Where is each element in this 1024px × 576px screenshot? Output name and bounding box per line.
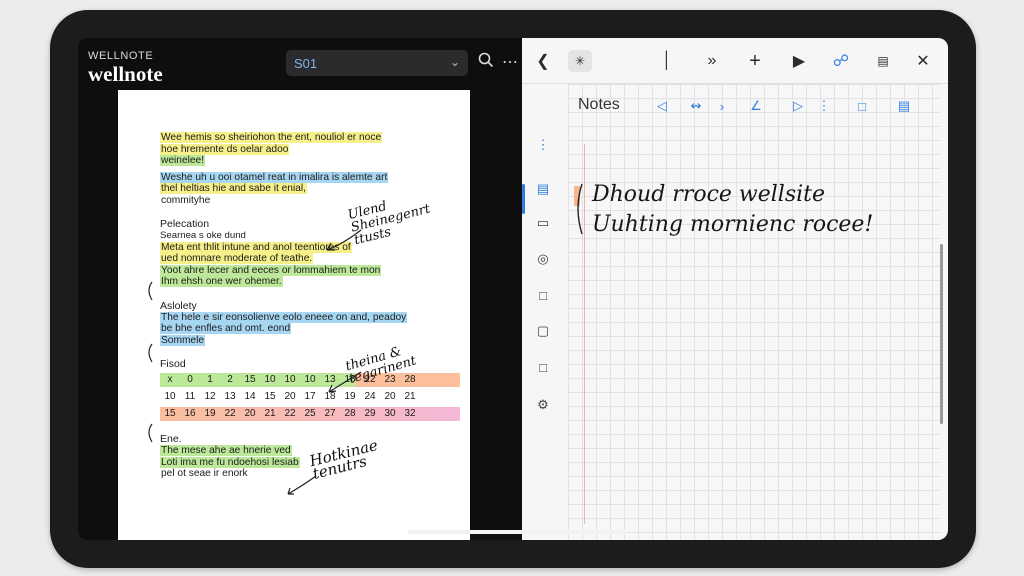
- doc-line: hoe hremente ds oelar adoo: [160, 143, 290, 155]
- bracket-mark-icon: [148, 423, 153, 443]
- close-icon[interactable]: ✕: [912, 50, 934, 72]
- home-indicator[interactable]: [408, 530, 628, 534]
- square-icon[interactable]: □: [534, 358, 552, 376]
- doc-line: ued nomnare moderate of teathe.: [160, 253, 314, 264]
- notes-toolbar: ❮ ✳ │ » + ▶ ☍ ▤ ✕: [522, 38, 948, 84]
- chevron-down-icon[interactable]: ⌄: [450, 55, 460, 69]
- tablet-device: WELLNOTE wellnote ⌄ ⋯ Wee hemis so sheir…: [50, 10, 976, 568]
- page-icon[interactable]: ▢: [534, 322, 552, 340]
- search-input[interactable]: [292, 54, 442, 72]
- number-row: x 0 1 2 15 10 10 10 13 18 22 23 28: [160, 373, 460, 387]
- dotted-select-icon[interactable]: ⋮: [816, 98, 832, 114]
- dots-icon[interactable]: ⋮: [534, 136, 552, 154]
- notes-pane: ❮ ✳ │ » + ▶ ☍ ▤ ✕ ⋮ ▤ ▭ ◎ □ ▢ □ ⚙ Notes …: [522, 38, 948, 540]
- screen: WELLNOTE wellnote ⌄ ⋯ Wee hemis so sheir…: [78, 38, 948, 540]
- notes-canvas[interactable]: Notes ◁ ↭ › ∠ ▷ ⋮ □ ▤ Dhoud rroce wellsi…: [568, 84, 940, 540]
- doc-line: be bhe enfles and omt. eond: [160, 323, 292, 334]
- active-indicator: [522, 184, 525, 214]
- brand-small-label: WELLNOTE: [88, 50, 154, 62]
- tag-icon[interactable]: ◎: [534, 250, 552, 268]
- bracket-mark-icon: [148, 343, 153, 363]
- doc-line: weinelee!: [160, 155, 206, 166]
- bracket-mark-icon: [148, 281, 153, 301]
- doc-line: Meta ent thlit intune and anol teentiore…: [160, 241, 352, 253]
- document-body: Wee hemis so sheiriohon the ent, nouliol…: [160, 132, 460, 480]
- pdf-pane: WELLNOTE wellnote ⌄ ⋯ Wee hemis so sheir…: [78, 38, 522, 540]
- annotation-arrow-icon: [326, 229, 362, 251]
- number-row: 15 16 19 22 20 21 22 25 27 28 29 30 32: [160, 407, 460, 421]
- handwritten-note-line: Uuhting mornienc rocee!: [592, 212, 874, 237]
- notes-title: Notes: [578, 96, 620, 113]
- lasso-tool-icon[interactable]: ◁: [654, 98, 670, 114]
- back-chevron-icon[interactable]: ❮: [532, 50, 554, 72]
- calendar-icon[interactable]: ▤: [872, 50, 894, 72]
- brand-title: wellnote: [88, 62, 163, 86]
- annotation-arrow-icon: [287, 475, 317, 495]
- shape-tool-icon[interactable]: ▷: [790, 98, 806, 114]
- pen-tool-icon[interactable]: ›: [714, 98, 730, 114]
- pencil-icon[interactable]: │: [656, 50, 678, 72]
- doc-line: Wee hemis so sheiriohon the ent, nouliol…: [160, 132, 383, 143]
- share-icon[interactable]: ☍: [830, 50, 852, 72]
- more-icon[interactable]: ⋯: [502, 52, 519, 72]
- pdf-page: Wee hemis so sheiriohon the ent, nouliol…: [118, 90, 470, 540]
- side-rail: ⋮ ▤ ▭ ◎ □ ▢ □ ⚙: [522, 84, 564, 540]
- bracket-mark-icon: [577, 183, 583, 235]
- bookmark-icon[interactable]: ▭: [534, 214, 552, 232]
- search-icon[interactable]: [478, 52, 494, 73]
- doc-line: The hele e sir eonsolienve eolo eneee on…: [160, 311, 408, 323]
- app-brand: WELLNOTE wellnote: [88, 50, 163, 85]
- doc-line: Yoot ahre lecer and eeces or lommahiem t…: [160, 264, 382, 276]
- doc-line: Ihm ehsh one wer ohemer.: [160, 276, 283, 287]
- text-box-icon[interactable]: ▤: [894, 98, 914, 114]
- annotation-arrow-icon: [328, 371, 362, 393]
- settings-gear-icon[interactable]: ⚙: [534, 396, 552, 414]
- clipboard-icon[interactable]: ▤: [534, 180, 552, 198]
- search-field[interactable]: ⌄: [286, 50, 468, 76]
- add-icon[interactable]: +: [744, 50, 766, 72]
- doc-line: Weshe uh u ooi otamel reat in imalira is…: [160, 171, 389, 183]
- comment-icon[interactable]: □: [534, 286, 552, 304]
- highlighter-tool-icon[interactable]: ∠: [748, 98, 764, 114]
- play-icon[interactable]: ▶: [788, 50, 810, 72]
- number-row: 10 11 12 13 14 15 20 17 18 19 24 20 21: [164, 391, 416, 402]
- pen-tool-icon[interactable]: ✳: [568, 50, 592, 72]
- handwritten-note-line: Dhoud rroce wellsite: [592, 182, 826, 207]
- section-heading: Aslolety: [160, 299, 197, 312]
- forward-icon[interactable]: »: [700, 50, 724, 72]
- frame-tool-icon[interactable]: □: [854, 98, 870, 114]
- scrollbar-thumb[interactable]: [940, 244, 943, 424]
- eraser-tool-icon[interactable]: ↭: [688, 98, 704, 114]
